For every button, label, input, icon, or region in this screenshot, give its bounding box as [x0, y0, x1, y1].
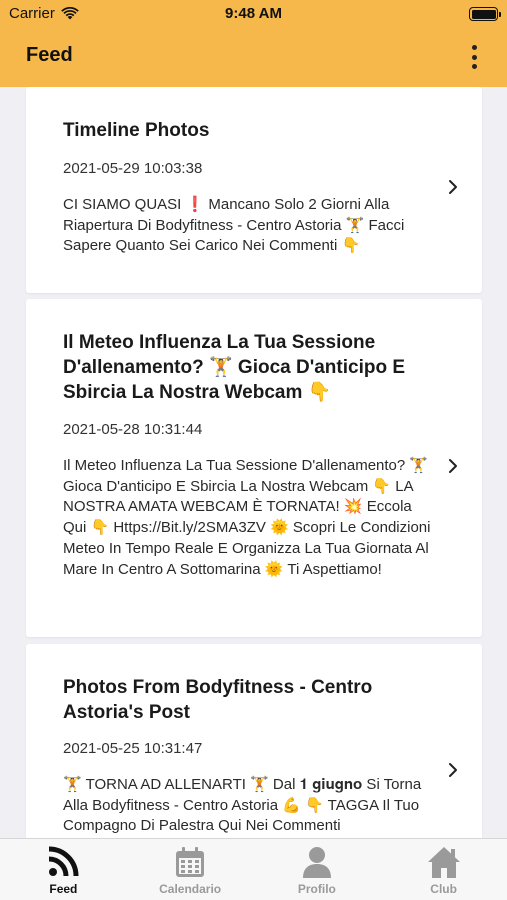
status-bar: Carrier 9:48 AM — [0, 0, 507, 28]
rss-feed-icon — [49, 846, 79, 877]
page-title: Feed — [26, 44, 73, 66]
post-title: Timeline Photos — [63, 120, 210, 141]
tab-profilo[interactable]: Profilo — [254, 839, 381, 900]
feed-post-card[interactable]: Il Meteo Influenza La Tua Sessione D'all… — [26, 299, 482, 637]
post-body: CI SIAMO QUASI ❗️ Mancano Solo 2 Giorni … — [63, 196, 405, 255]
chevron-right-icon — [449, 763, 457, 777]
feed-list[interactable]: Timeline Photos 2021-05-29 10:03:38 CI S… — [0, 87, 507, 838]
title-bar: Feed — [0, 28, 507, 87]
tab-bar: Feed Calendario Profilo Club — [0, 838, 507, 900]
tab-label: Calendario — [159, 882, 222, 896]
tab-calendario[interactable]: Calendario — [127, 839, 254, 900]
post-title: Il Meteo Influenza La Tua Sessione D'all… — [63, 332, 406, 403]
battery-icon — [469, 7, 501, 21]
post-body: Il Meteo Influenza La Tua Sessione D'all… — [63, 457, 431, 578]
post-title: Photos From Bodyfitness - Centro Astoria… — [63, 677, 373, 723]
tab-feed[interactable]: Feed — [0, 839, 127, 900]
user-icon — [302, 847, 331, 878]
home-icon — [427, 847, 460, 878]
app-header: Carrier 9:48 AM Feed — [0, 0, 507, 87]
post-date: 2021-05-25 10:31:47 — [63, 740, 203, 757]
feed-post-card[interactable]: Photos From Bodyfitness - Centro Astoria… — [26, 644, 482, 838]
tab-label: Club — [430, 882, 457, 896]
post-date: 2021-05-28 10:31:44 — [63, 421, 203, 438]
calendar-icon — [176, 847, 205, 877]
more-vertical-icon[interactable] — [467, 42, 481, 72]
tab-club[interactable]: Club — [380, 839, 507, 900]
post-body: 🏋️ TORNA AD ALLENARTI 🏋️ Dal 𝟏 𝐠𝐢𝐮𝐠𝐧𝐨 Si… — [63, 776, 422, 835]
chevron-right-icon — [449, 180, 457, 194]
tab-label: Feed — [49, 882, 78, 896]
tab-label: Profilo — [297, 882, 336, 896]
post-date: 2021-05-29 10:03:38 — [63, 160, 203, 177]
clock: 9:48 AM — [225, 5, 282, 22]
feed-post-card[interactable]: Timeline Photos 2021-05-29 10:03:38 CI S… — [26, 87, 482, 293]
chevron-right-icon — [449, 459, 457, 473]
